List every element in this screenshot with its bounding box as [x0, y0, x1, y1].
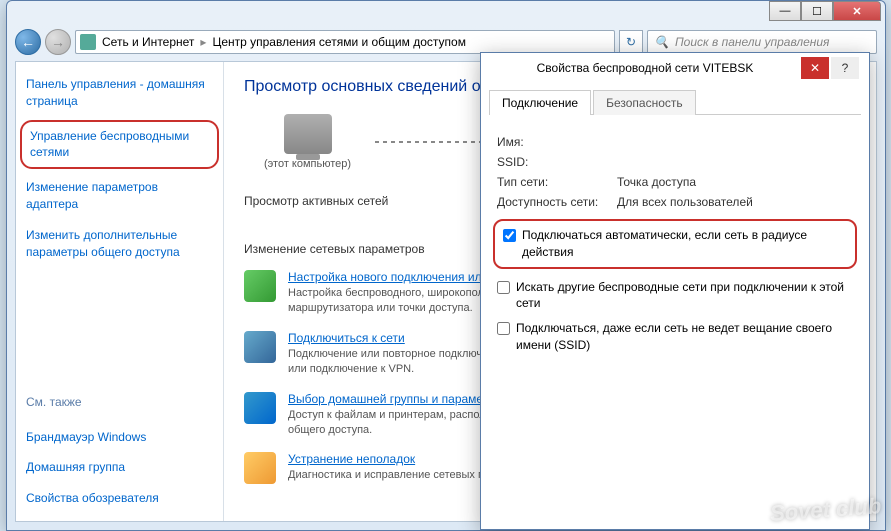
dialog-body: Имя: SSID: Тип сети: Точка доступа Досту… — [481, 115, 869, 376]
checkbox-label: Подключаться автоматически, если сеть в … — [522, 227, 847, 261]
field-value-avail: Для всех пользователей — [617, 195, 853, 209]
checkbox-label: Искать другие беспроводные сети при подк… — [516, 279, 853, 313]
see-also-firewall[interactable]: Брандмауэр Windows — [26, 429, 213, 446]
wireless-properties-dialog: Свойства беспроводной сети VITEBSK ✕ ? П… — [480, 52, 870, 530]
tab-security[interactable]: Безопасность — [593, 90, 696, 115]
see-also-browser[interactable]: Свойства обозревателя — [26, 490, 213, 507]
breadcrumb-sep: ▸ — [200, 35, 206, 49]
search-input[interactable]: 🔍 Поиск в панели управления — [647, 30, 877, 54]
maximize-button[interactable]: ☐ — [801, 1, 833, 21]
sidebar-link-adapter[interactable]: Изменение параметров адаптера — [26, 179, 213, 213]
task-link-connect[interactable]: Подключиться к сети — [288, 331, 405, 345]
checkbox-connect-hidden[interactable]: Подключаться, даже если сеть не ведет ве… — [497, 320, 853, 354]
checkbox-search-other-input[interactable] — [497, 281, 510, 294]
sidebar-link-sharing[interactable]: Изменить дополнительные параметры общего… — [26, 227, 213, 261]
see-also-homegroup[interactable]: Домашняя группа — [26, 459, 213, 476]
field-label-avail: Доступность сети: — [497, 195, 617, 209]
search-icon: 🔍 — [654, 35, 669, 49]
checkbox-connect-hidden-input[interactable] — [497, 322, 510, 335]
forward-button[interactable]: → — [45, 29, 71, 55]
checkbox-auto-connect-input[interactable] — [503, 229, 516, 242]
window-controls: — ☐ ✕ — [769, 1, 881, 21]
refresh-button[interactable]: ↻ — [619, 30, 643, 54]
see-also-label: См. также — [26, 395, 213, 409]
search-placeholder: Поиск в панели управления — [675, 35, 830, 49]
field-label-type: Тип сети: — [497, 175, 617, 189]
dialog-titlebar: Свойства беспроводной сети VITEBSK ✕ ? — [481, 53, 869, 83]
breadcrumb-item[interactable]: Центр управления сетями и общим доступом — [212, 35, 466, 49]
field-label-name: Имя: — [497, 135, 617, 149]
network-icon — [80, 34, 96, 50]
sidebar-home-link[interactable]: Панель управления - домашняя страница — [26, 76, 213, 110]
checkbox-auto-connect[interactable]: Подключаться автоматически, если сеть в … — [493, 219, 857, 269]
sidebar: Панель управления - домашняя страница Уп… — [16, 62, 224, 521]
breadcrumb-item[interactable]: Сеть и Интернет — [102, 35, 194, 49]
checkbox-label: Подключаться, даже если сеть не ведет ве… — [516, 320, 853, 354]
tab-strip: Подключение Безопасность — [489, 89, 861, 115]
task-icon-homegroup — [244, 392, 276, 424]
checkbox-search-other[interactable]: Искать другие беспроводные сети при подк… — [497, 279, 853, 313]
minimize-button[interactable]: — — [769, 1, 801, 21]
task-icon-troubleshoot — [244, 452, 276, 484]
task-link-troubleshoot[interactable]: Устранение неполадок — [288, 452, 415, 466]
computer-icon — [284, 114, 332, 154]
node-computer: (этот компьютер) — [264, 114, 351, 170]
sidebar-link-wireless[interactable]: Управление беспроводными сетями — [20, 120, 219, 170]
dialog-help-button[interactable]: ? — [831, 57, 859, 79]
address-bar[interactable]: Сеть и Интернет ▸ Центр управления сетям… — [75, 30, 615, 54]
tab-connection[interactable]: Подключение — [489, 90, 591, 115]
back-button[interactable]: ← — [15, 29, 41, 55]
field-label-ssid: SSID: — [497, 155, 617, 169]
close-button[interactable]: ✕ — [833, 1, 881, 21]
dialog-title-text: Свойства беспроводной сети VITEBSK — [489, 61, 801, 75]
task-icon-new-connection — [244, 270, 276, 302]
field-value-type: Точка доступа — [617, 175, 853, 189]
dialog-close-button[interactable]: ✕ — [801, 57, 829, 79]
task-icon-connect — [244, 331, 276, 363]
